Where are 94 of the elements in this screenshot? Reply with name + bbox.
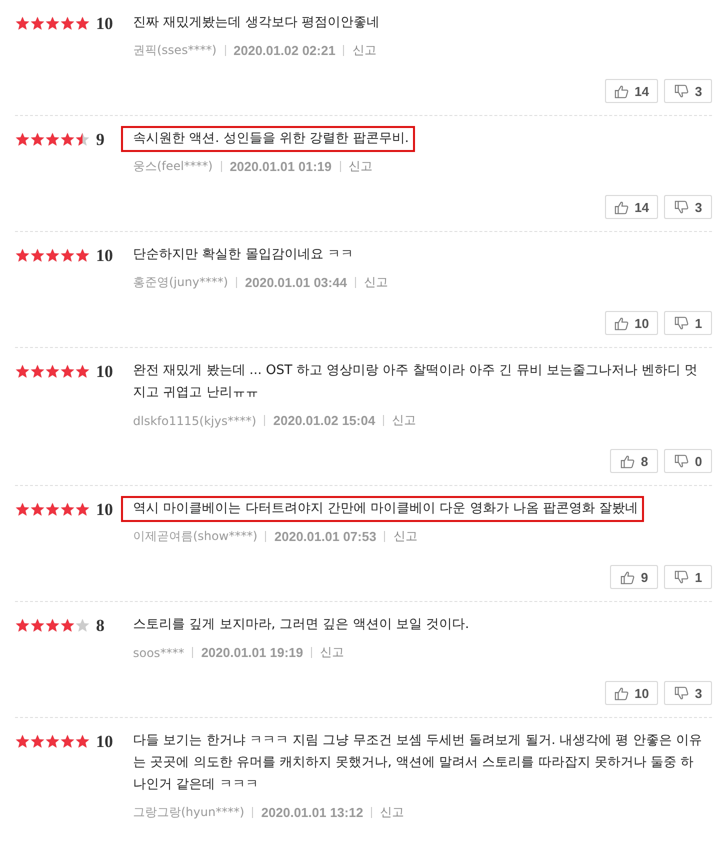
star-icon — [30, 248, 45, 263]
star-icon — [60, 248, 75, 263]
rating-score: 8 — [96, 618, 104, 634]
star-icon — [15, 248, 30, 263]
thumbs-down-icon — [674, 686, 689, 700]
thumbs-down-icon — [674, 200, 689, 214]
star-icon — [15, 132, 30, 147]
star-icon — [45, 132, 60, 147]
star-icon — [30, 618, 45, 633]
star-icon — [60, 364, 75, 379]
star-icon — [15, 364, 30, 379]
star-icon — [75, 502, 90, 517]
star-icon — [30, 502, 45, 517]
reviewer-name: 웅스(feel****) — [133, 158, 213, 175]
thumbs-down-icon — [674, 84, 689, 98]
dislike-button[interactable]: 3 — [664, 195, 712, 219]
review-date: 2020.01.01 19:19 — [201, 645, 304, 660]
rating-score: 10 — [96, 16, 113, 32]
rating-score: 9 — [96, 132, 104, 148]
star-icon — [30, 734, 45, 749]
star-icon — [30, 132, 45, 147]
review-text: 단순하지만 확실한 몰입감이네요 ㅋㅋ — [132, 246, 354, 264]
thumbs-up-icon — [620, 454, 635, 468]
dislike-button[interactable]: 1 — [664, 311, 712, 335]
star-icon — [45, 618, 60, 633]
report-link[interactable]: 신고 — [393, 528, 418, 545]
like-button[interactable]: 10 — [604, 311, 658, 335]
rating-score: 10 — [96, 502, 113, 518]
star-icon — [75, 16, 90, 31]
review-text: 진짜 재밌게봤는데 생각보다 평점이안좋네 — [132, 14, 380, 32]
review-date: 2020.01.02 02:21 — [234, 43, 336, 58]
review-date: 2020.01.01 13:12 — [261, 805, 364, 820]
thumbs-up-icon — [614, 686, 629, 700]
thumbs-down-icon — [674, 316, 689, 330]
review-text: 완전 재밌게 봤는데 ... OST 하고 영상미랑 아주 찰떡이라 아주 긴 뮤비 보는줄그나저나 벤하디 멋지고 귀엽고 난리ㅠㅠ — [132, 362, 699, 402]
star-icon — [30, 16, 45, 31]
star-icon — [15, 734, 30, 749]
rating-score: 10 — [96, 364, 113, 380]
dislike-button[interactable]: 0 — [664, 449, 712, 473]
report-link[interactable]: 신고 — [364, 274, 388, 291]
like-button[interactable]: 14 — [604, 79, 658, 103]
review-text: 다들 보기는 한거냐 ㅋㅋㅋ 지림 그냥 무조건 보셈 두세번 돌려보게 될거. 내생각에 평 안좋은 이유는 곳곳에 의도한 유머를 캐치하지 못했거나, 액션에 말려서 스토리를 따라잡지 못하거나 둘중 하나인거 같은데 ㅋㅋㅋ — [132, 732, 703, 794]
reviewer-name: dlskfo1115(kjys****) — [133, 414, 256, 428]
star-icon — [45, 16, 60, 31]
star-icon — [60, 16, 75, 31]
like-button[interactable]: 9 — [610, 565, 658, 589]
thumbs-up-icon — [614, 316, 629, 330]
star-icon — [60, 502, 75, 517]
star-icon — [75, 248, 90, 263]
review-date: 2020.01.01 01:19 — [230, 159, 332, 174]
report-link[interactable]: 신고 — [348, 158, 373, 175]
star-icon — [30, 364, 45, 379]
report-link[interactable]: 신고 — [392, 412, 416, 429]
thumbs-up-icon — [614, 84, 629, 98]
review-date: 2020.01.01 03:44 — [245, 275, 347, 290]
like-button[interactable]: 8 — [610, 449, 658, 473]
star-icon — [15, 16, 30, 31]
rating-score: 10 — [96, 734, 113, 750]
reviewer-name: 그랑그랑(hyun****) — [133, 804, 244, 821]
thumbs-down-icon — [674, 570, 689, 584]
thumbs-down-icon — [674, 454, 689, 468]
dislike-button[interactable]: 1 — [664, 565, 712, 589]
dislike-button[interactable]: 3 — [664, 681, 712, 705]
review-date: 2020.01.01 07:53 — [274, 529, 376, 544]
star-icon — [45, 502, 60, 517]
like-button[interactable]: 10 — [604, 681, 658, 705]
review-text: 속시원한 액션. 성인들을 위한 강렬한 팝콘무비. — [121, 126, 415, 152]
star-icon — [45, 364, 60, 379]
star-icon — [60, 132, 75, 147]
report-link[interactable]: 신고 — [352, 42, 376, 59]
report-link[interactable]: 신고 — [320, 644, 344, 661]
reviewer-name: 권픽(sses****) — [133, 42, 217, 59]
dislike-button[interactable]: 3 — [664, 79, 712, 103]
star-icon — [15, 502, 30, 517]
rating-score: 10 — [96, 248, 113, 264]
reviewer-name: soos**** — [133, 646, 184, 660]
review-text: 스토리를 깊게 보지마라, 그러면 깊은 액션이 보일 것이다. — [132, 616, 470, 634]
star-icon — [45, 734, 60, 749]
star-icon — [60, 618, 75, 633]
like-button[interactable]: 14 — [604, 195, 658, 219]
star-icon — [15, 618, 30, 633]
star-icon — [75, 618, 90, 633]
thumbs-up-icon — [620, 570, 635, 584]
star-icon — [60, 734, 75, 749]
star-icon — [75, 364, 90, 379]
reviewer-name: 홍준영(juny****) — [133, 274, 228, 291]
star-icon — [75, 734, 90, 749]
review-date: 2020.01.02 15:04 — [273, 413, 376, 428]
thumbs-up-icon — [614, 200, 629, 214]
reviewer-name: 이제곧여름(show****) — [133, 528, 258, 545]
report-link[interactable]: 신고 — [380, 804, 404, 821]
star-icon — [45, 248, 60, 263]
review-text: 역시 마이클베이는 다터트려야지 간만에 마이클베이 다운 영화가 나옴 팝콘영화 잘봤네 — [121, 496, 644, 522]
star-icon — [75, 132, 90, 147]
